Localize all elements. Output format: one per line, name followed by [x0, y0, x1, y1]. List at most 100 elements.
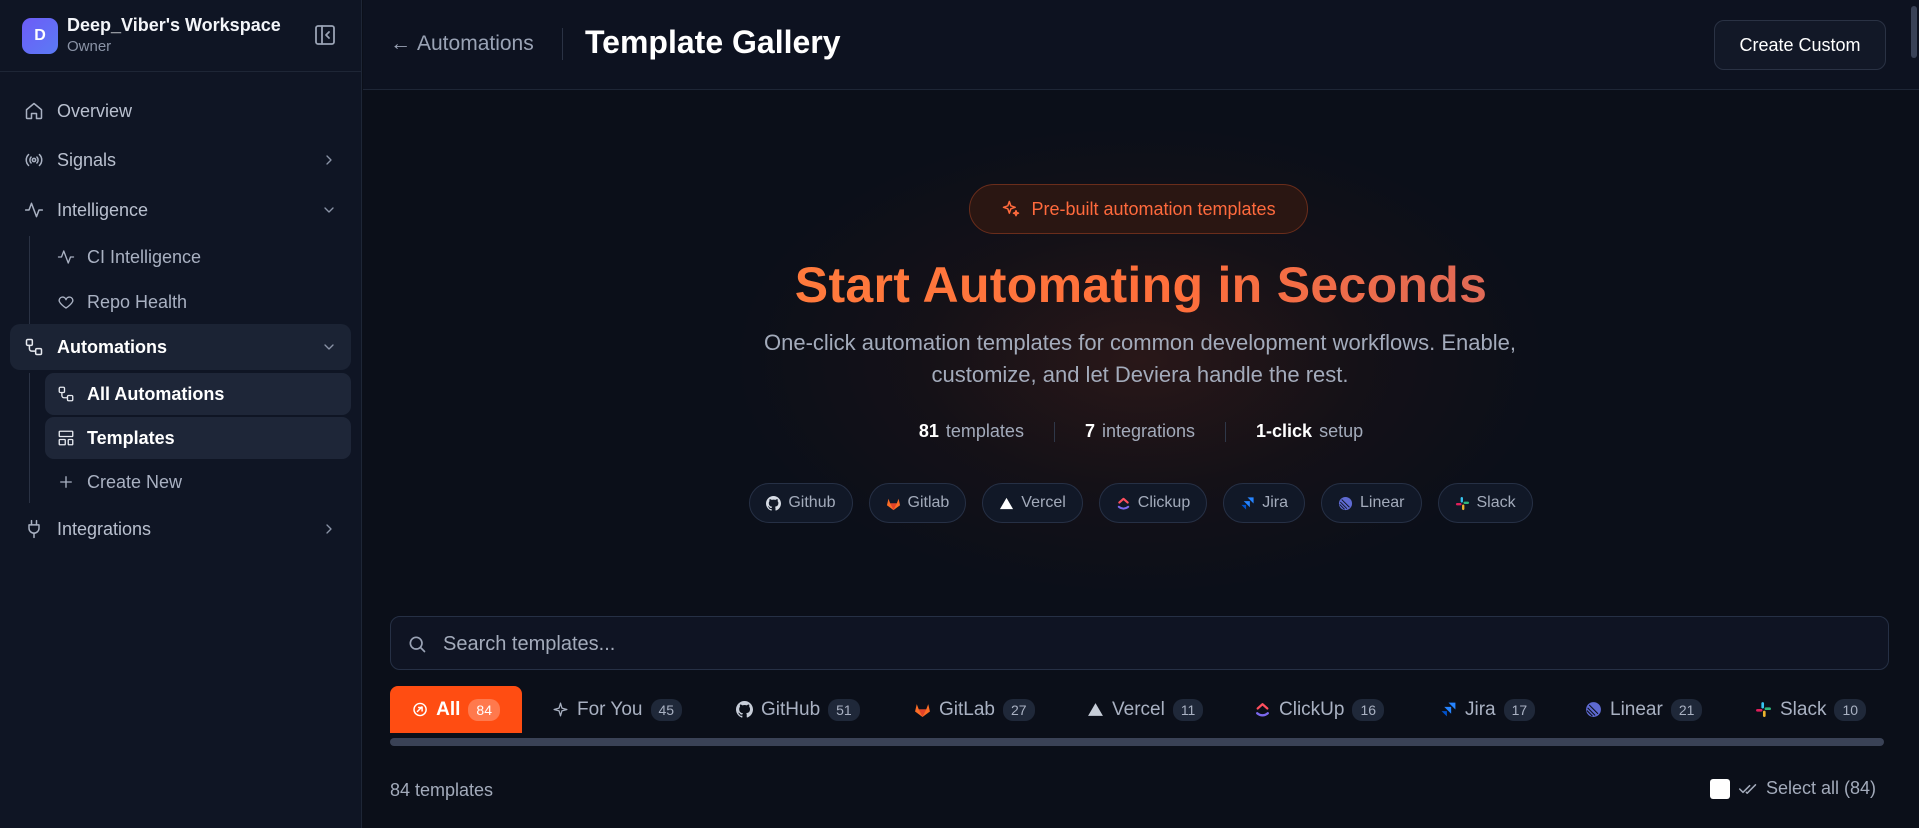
chevron-down-icon — [324, 344, 334, 350]
select-all-control[interactable]: Select all (84) — [1710, 778, 1876, 799]
tab-gitlab[interactable]: GitLab 27 — [914, 686, 1035, 733]
integration-chip-slack: Slack — [1437, 483, 1533, 523]
page-title: Template Gallery — [585, 24, 841, 60]
sidebar-subitem-create-new[interactable]: Create New — [45, 461, 351, 503]
sidebar-item-overview[interactable]: Overview — [10, 88, 351, 134]
stat-setup: 1-click setup — [1256, 421, 1363, 442]
page-scrollbar[interactable] — [1911, 6, 1917, 58]
sidebar-item-label: Intelligence — [57, 199, 149, 220]
check-check-icon — [1738, 783, 1757, 794]
sidebar-item-integrations[interactable]: Integrations — [10, 506, 351, 552]
jira-icon — [1241, 496, 1254, 510]
tab-vercel[interactable]: Vercel 11 — [1087, 686, 1204, 733]
slack-icon — [1455, 496, 1469, 510]
sidebar-item-intelligence[interactable]: Intelligence — [10, 187, 351, 233]
submenu-guide-line — [29, 373, 30, 503]
linear-icon — [1338, 496, 1353, 510]
tab-label: For You — [577, 698, 643, 720]
tab-for-you[interactable]: For You 45 — [552, 686, 683, 733]
template-search — [390, 616, 1889, 670]
chevron-down-icon — [324, 207, 334, 213]
sidebar-subitem-all-automations[interactable]: All Automations — [45, 373, 351, 415]
home-icon — [25, 102, 43, 120]
search-icon — [409, 636, 426, 653]
stat-label: integrations — [1101, 421, 1196, 441]
plus-icon — [60, 476, 72, 488]
github-icon — [766, 495, 782, 511]
select-all-checkbox[interactable] — [1710, 778, 1730, 799]
sparkles-icon — [1003, 200, 1020, 217]
back-link-label: Automations — [417, 32, 534, 55]
tab-clickup[interactable]: ClickUp 16 — [1254, 686, 1385, 733]
integration-chip-label: Slack — [1476, 494, 1516, 511]
integration-chip-label: Github — [788, 494, 836, 511]
tab-linear[interactable]: Linear 21 — [1585, 686, 1703, 733]
integration-chip-vercel: Vercel — [982, 483, 1083, 523]
integration-chip-jira: Jira — [1223, 483, 1306, 523]
layout-template-icon — [58, 430, 74, 446]
tab-label: All — [436, 698, 461, 720]
signal-icon — [25, 153, 43, 167]
integration-chip-label: Jira — [1262, 494, 1289, 511]
workflow-icon — [58, 386, 74, 402]
sidebar-item-label: Signals — [57, 149, 117, 170]
workspace-role: Owner — [67, 38, 112, 55]
tab-all[interactable]: All 84 — [390, 686, 522, 733]
tab-jira[interactable]: Jira 17 — [1440, 686, 1536, 733]
integration-chip-label: Clickup — [1137, 494, 1191, 511]
tab-count: 45 — [650, 698, 683, 721]
hero-badge: Pre-built automation templates — [969, 184, 1308, 234]
tab-slack[interactable]: Slack 10 — [1755, 686, 1867, 733]
results-count: 84 templates — [390, 780, 494, 800]
tab-github[interactable]: GitHub 51 — [736, 686, 860, 733]
integration-chip-github: Github — [749, 483, 853, 523]
sidebar-subitem-templates[interactable]: Templates — [45, 417, 351, 459]
heart-icon — [58, 296, 74, 309]
sidebar-subitem-label: Create New — [87, 472, 183, 492]
sidebar-subitem-label: Repo Health — [87, 292, 188, 312]
arrow-left-icon: ← — [390, 32, 411, 55]
sidebar-item-label: Automations — [57, 336, 167, 357]
sidebar-subitem-label: All Automations — [87, 384, 225, 404]
create-custom-button[interactable]: Create Custom — [1714, 20, 1886, 70]
tabs-scrollbar[interactable] — [390, 738, 1884, 746]
stat-value: 81 — [918, 421, 939, 441]
sidebar-collapse-icon[interactable] — [313, 23, 337, 47]
integration-chip-clickup: Clickup — [1098, 483, 1208, 523]
gitlab-icon — [886, 498, 900, 510]
page-header: ← Automations Template Gallery Create Cu… — [363, 0, 1919, 90]
vercel-icon — [1000, 497, 1014, 509]
stat-divider — [1225, 421, 1227, 442]
search-input[interactable] — [443, 627, 1863, 661]
workspace-name: Deep_Viber's Workspace — [67, 15, 281, 35]
sidebar-subitem-repo-health[interactable]: Repo Health — [45, 281, 351, 323]
tab-label: Linear — [1610, 698, 1663, 720]
stat-divider — [1053, 421, 1055, 442]
sidebar-item-signals[interactable]: Signals — [10, 137, 351, 183]
linear-icon — [1586, 702, 1601, 717]
sidebar-item-label: Integrations — [57, 518, 152, 539]
clickup-icon — [1117, 497, 1129, 510]
hero-subtitle: One-click automation templates for commo… — [763, 330, 1516, 387]
hero-title-text: Start Automating in Seconds — [794, 257, 1488, 313]
integration-chip-linear: Linear — [1321, 483, 1422, 523]
tab-label: Slack — [1780, 698, 1827, 720]
sidebar-subitem-ci-intelligence[interactable]: CI Intelligence — [45, 236, 351, 278]
sparkle-icon — [553, 702, 568, 717]
integration-chips: Github Gitlab Vercel Clickup Jira Linear… — [363, 483, 1919, 523]
tab-count: 21 — [1670, 698, 1703, 721]
workspace-switcher[interactable]: D Deep_Viber's Workspace Owner — [0, 0, 362, 72]
slack-icon — [1756, 702, 1771, 717]
integration-chip-label: Vercel — [1021, 494, 1066, 511]
activity-icon — [57, 250, 75, 264]
sidebar-subitem-label: Templates — [87, 428, 175, 448]
back-link[interactable]: ← Automations — [390, 32, 534, 56]
hero-title: Start Automating in Seconds — [363, 256, 1919, 314]
workflow-icon — [25, 338, 43, 356]
tab-count: 17 — [1503, 698, 1536, 721]
stat-label: templates — [945, 421, 1024, 441]
tab-label: GitHub — [761, 698, 821, 720]
sidebar-item-automations[interactable]: Automations — [10, 324, 351, 370]
filter-tabs: All 84 For You 45 GitHub 51 GitLab 27 Ve… — [390, 686, 1890, 734]
tab-label: ClickUp — [1279, 698, 1345, 720]
